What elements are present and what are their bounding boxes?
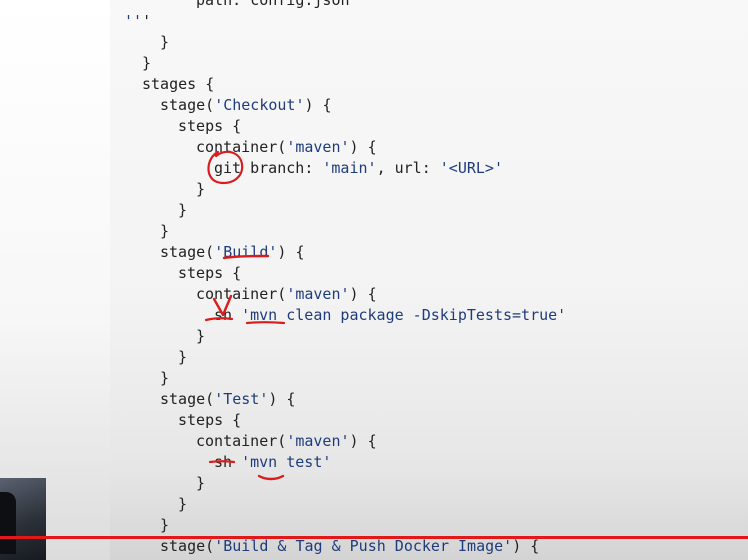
screen-recording: path: config.json '''}} stages {stage('Che… bbox=[0, 0, 748, 560]
underline-annotation-mvn-build bbox=[245, 321, 286, 325]
strike-annotation-sh-build bbox=[204, 317, 234, 322]
underline-annotation-build bbox=[222, 254, 270, 260]
pen-annotations bbox=[204, 150, 286, 481]
underline-annotation-mvn-test bbox=[257, 474, 285, 481]
webcam-feed bbox=[0, 478, 46, 560]
strike-annotation-sh-test bbox=[208, 460, 236, 464]
checkmark-annotation-sh bbox=[212, 294, 233, 317]
circle-annotation-git bbox=[207, 150, 244, 185]
recording-progress-line bbox=[0, 536, 748, 539]
presenter-silhouette bbox=[0, 492, 16, 554]
